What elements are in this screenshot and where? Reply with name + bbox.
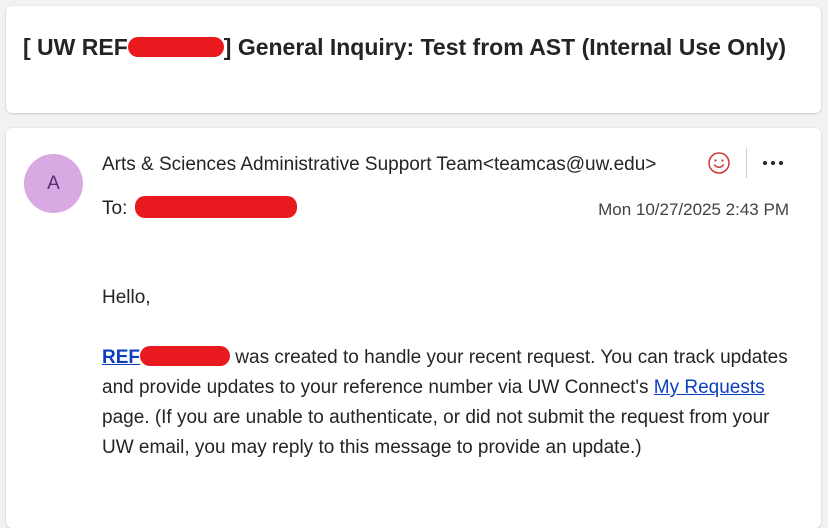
sender-name[interactable]: Arts & Sciences Administrative Support T… [102, 152, 656, 178]
recipient-line: To: [102, 195, 298, 222]
message-card: A Arts & Sciences Administrative Support… [6, 128, 821, 528]
body-text-after-link: page. (If you are unable to authenticate… [102, 407, 770, 458]
redaction-mark [140, 345, 230, 366]
redaction-mark [135, 195, 298, 218]
reference-number-link[interactable]: REF [102, 345, 230, 368]
avatar-initial: A [47, 173, 60, 194]
to-label: To: [102, 198, 128, 219]
smiley-icon [708, 152, 730, 174]
greeting: Hello, [102, 287, 151, 308]
more-horizontal-icon [763, 161, 783, 165]
body-paragraph: REF was created to handle your recent re… [102, 343, 792, 463]
subject-prefix: [ UW REF [23, 34, 128, 60]
react-button[interactable] [706, 150, 732, 176]
subject-suffix: ] General Inquiry: Test from AST (Intern… [223, 34, 787, 60]
redaction-mark [127, 36, 224, 57]
action-divider [746, 148, 747, 178]
sent-timestamp: Mon 10/27/2025 2:43 PM [598, 200, 789, 219]
subject-card: [ UW REF ] General Inquiry: Test from AST… [6, 6, 821, 113]
ref-link-text: REF [102, 347, 140, 368]
sender-avatar[interactable]: A [24, 154, 83, 213]
email-subject: [ UW REF ] General Inquiry: Test from AST… [23, 30, 804, 64]
my-requests-link[interactable]: My Requests [654, 377, 765, 398]
message-body: Hello, REF was created to handle your re… [102, 283, 792, 463]
more-actions-button[interactable] [758, 150, 788, 176]
